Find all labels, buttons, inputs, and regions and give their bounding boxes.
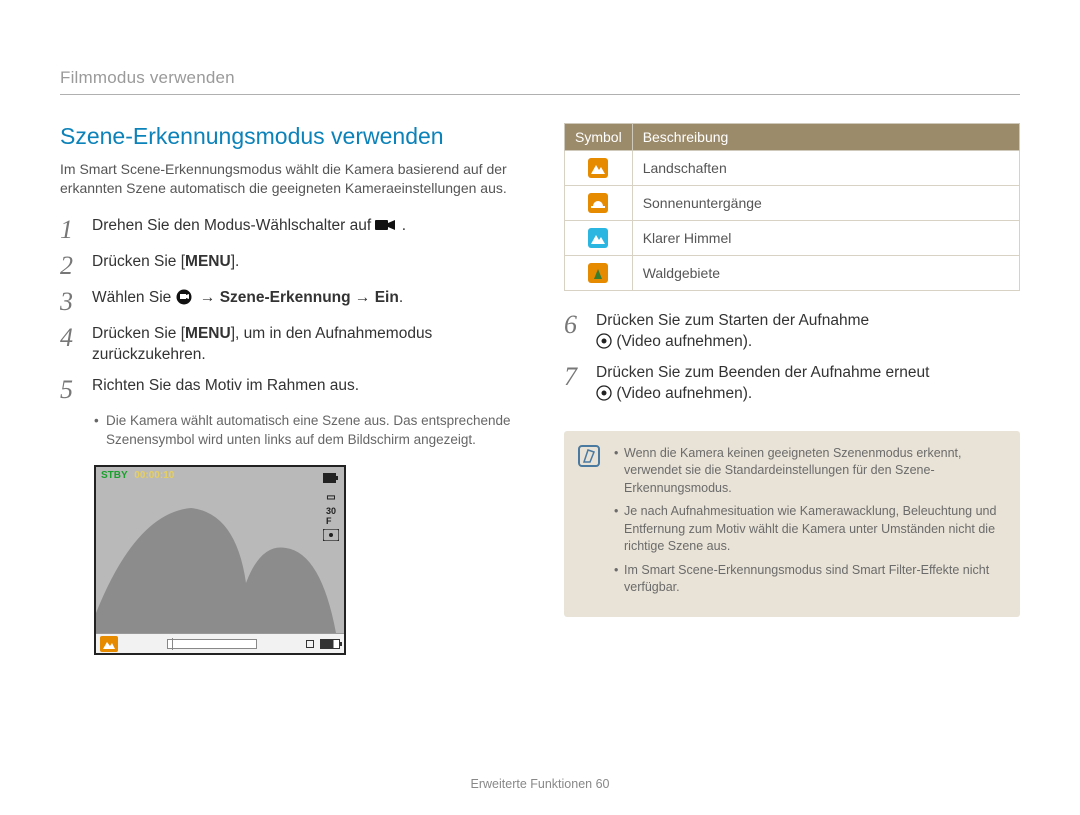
step-number: 2 <box>60 253 78 279</box>
steps-right: 6 Drücken Sie zum Starten der Aufnahme (… <box>564 311 1020 405</box>
table-row: Klarer Himmel <box>565 221 1020 256</box>
record-button-icon <box>596 385 612 401</box>
step-4: 4 Drücken Sie [MENU], um in den Aufnahme… <box>60 324 516 366</box>
steps-left: 1 Drehen Sie den Modus-Wählschalter auf … <box>60 216 516 402</box>
battery-full-icon <box>322 471 340 485</box>
landscape-icon <box>588 158 608 178</box>
note-box: Wenn die Kamera keinen geeigneten Szenen… <box>564 431 1020 617</box>
step-text: Richten Sie das Motiv im Rahmen aus. <box>92 376 516 397</box>
step-text: Drücken Sie zum Beenden der Aufnahme ern… <box>596 364 929 381</box>
sunset-icon <box>588 193 608 213</box>
step-number: 6 <box>564 312 582 338</box>
note-item: Wenn die Kamera keinen geeigneten Szenen… <box>614 445 1004 498</box>
page-footer: Erweiterte Funktionen 60 <box>0 777 1080 791</box>
section-intro: Im Smart Scene-Erkennungsmodus wählt die… <box>60 160 516 198</box>
clear-sky-icon <box>588 228 608 248</box>
step-3: 3 Wählen Sie → Szene-Erkennung → Ein. <box>60 288 516 314</box>
stby-label: STBY <box>101 470 128 481</box>
step-text-suffix: (Video aufnehmen). <box>616 333 752 350</box>
bullet-text: Die Kamera wählt automatisch eine Szene … <box>94 412 516 450</box>
table-row: Sonnenuntergänge <box>565 186 1020 221</box>
record-button-icon <box>596 333 612 349</box>
step-5: 5 Richten Sie das Motiv im Rahmen aus. <box>60 376 516 402</box>
step-7: 7 Drücken Sie zum Beenden der Aufnahme e… <box>564 363 1020 405</box>
content-columns: Szene-Erkennungsmodus verwenden Im Smart… <box>60 123 1020 655</box>
step-6: 6 Drücken Sie zum Starten der Aufnahme (… <box>564 311 1020 353</box>
step-text-suffix: (Video aufnehmen). <box>616 385 752 402</box>
step-5-notes: Die Kamera wählt automatisch eine Szene … <box>94 412 516 450</box>
step-text-suffix: . <box>399 289 403 306</box>
note-item: Im Smart Scene-Erkennungsmodus sind Smar… <box>614 562 1004 597</box>
camera-preview-illustration: STBY 00:00:10 ▭ 30F <box>94 465 346 655</box>
section-title: Szene-Erkennungsmodus verwenden <box>60 123 516 150</box>
table-header-desc: Beschreibung <box>632 124 1019 151</box>
step-number: 7 <box>564 364 582 390</box>
step-1: 1 Drehen Sie den Modus-Wählschalter auf … <box>60 216 516 242</box>
step-number: 4 <box>60 325 78 351</box>
note-item: Je nach Aufnahmesituation wie Kamerawack… <box>614 503 1004 556</box>
note-icon <box>578 445 600 467</box>
step-2: 2 Drücken Sie [MENU]. <box>60 252 516 278</box>
divider <box>60 94 1020 95</box>
table-cell: Waldgebiete <box>632 256 1019 291</box>
video-settings-icon <box>176 289 196 305</box>
step-text: Drücken Sie zum Starten der Aufnahme <box>596 312 869 329</box>
step-text-suffix: ]. <box>231 253 240 270</box>
table-cell: Klarer Himmel <box>632 221 1019 256</box>
table-cell: Sonnenuntergänge <box>632 186 1019 221</box>
scene-badge-icon <box>100 636 118 652</box>
table-row: Waldgebiete <box>565 256 1020 291</box>
step-text: Drücken Sie [ <box>92 325 185 342</box>
right-column: Symbol Beschreibung Landschaften Sonnenu… <box>564 123 1020 655</box>
forest-icon <box>588 263 608 283</box>
camera-bottom-bar <box>96 633 344 653</box>
scene-symbol-table: Symbol Beschreibung Landschaften Sonnenu… <box>564 123 1020 291</box>
step-text: Wählen Sie <box>92 289 176 306</box>
step-text: Drücken Sie [ <box>92 253 185 270</box>
step-text: Drehen Sie den Modus-Wählschalter auf <box>92 217 375 234</box>
zoom-indicator <box>167 639 257 649</box>
step-text-suffix: . <box>402 217 406 234</box>
menu-label: MENU <box>185 325 231 342</box>
menu-label: MENU <box>185 253 231 270</box>
camera-status: STBY 00:00:10 <box>101 470 174 481</box>
left-column: Szene-Erkennungsmodus verwenden Im Smart… <box>60 123 516 655</box>
record-timer: 00:00:10 <box>134 470 174 481</box>
video-mode-dial-icon <box>375 218 397 232</box>
af-point-icon <box>306 640 314 648</box>
page-breadcrumb: Filmmodus verwenden <box>60 68 1020 88</box>
step-number: 1 <box>60 217 78 243</box>
battery-icon <box>320 639 340 649</box>
mountains-illustration <box>96 493 346 633</box>
step-number: 3 <box>60 289 78 315</box>
step-text-bold: → Szene-Erkennung → Ein <box>200 289 399 306</box>
step-number: 5 <box>60 377 78 403</box>
table-row: Landschaften <box>565 151 1020 186</box>
table-header-symbol: Symbol <box>565 124 633 151</box>
table-cell: Landschaften <box>632 151 1019 186</box>
